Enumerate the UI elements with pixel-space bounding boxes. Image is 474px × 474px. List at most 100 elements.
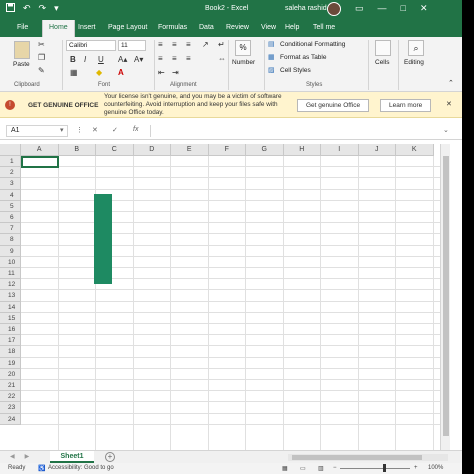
format-as-table-button[interactable]: Format as Table xyxy=(280,54,326,61)
enter-icon[interactable]: ✓ xyxy=(112,126,118,134)
format-painter-icon[interactable]: ✎ xyxy=(38,66,45,75)
row-header[interactable]: 16 xyxy=(0,324,21,336)
redo-icon[interactable]: ↷ xyxy=(39,3,47,14)
add-sheet-icon[interactable]: + xyxy=(105,452,115,462)
row-header[interactable]: 12 xyxy=(0,279,21,291)
horizontal-scrollbar[interactable] xyxy=(288,454,448,461)
decrease-font-icon[interactable]: A▾ xyxy=(134,55,143,64)
green-rectangle-shape[interactable] xyxy=(94,194,112,284)
row-header[interactable]: 14 xyxy=(0,301,21,313)
tab-page-layout[interactable]: Page Layout xyxy=(108,24,147,31)
tab-formulas[interactable]: Formulas xyxy=(158,24,187,31)
editing-button[interactable]: Editing xyxy=(404,59,424,66)
conditional-formatting-button[interactable]: Conditional Formatting xyxy=(280,41,345,48)
horizontal-scroll-thumb[interactable] xyxy=(292,455,422,460)
page-layout-view-icon[interactable]: ▭ xyxy=(300,465,306,472)
expand-formula-bar-icon[interactable]: ⌄ xyxy=(443,126,449,134)
font-size-select[interactable]: 11 xyxy=(118,40,146,51)
column-header[interactable]: E xyxy=(171,144,209,156)
align-center-icon[interactable]: ≡ xyxy=(172,54,177,63)
tab-file[interactable]: File xyxy=(17,24,28,31)
insert-function-icon[interactable]: fx xyxy=(133,126,138,133)
zoom-slider[interactable] xyxy=(340,468,410,469)
align-right-icon[interactable]: ≡ xyxy=(186,54,191,63)
increase-font-icon[interactable]: A▴ xyxy=(118,55,127,64)
wrap-text-icon[interactable]: ↵ xyxy=(218,40,225,49)
column-header[interactable]: J xyxy=(358,144,396,156)
merge-center-icon[interactable]: ⇔ xyxy=(218,54,226,63)
vertical-scrollbar[interactable] xyxy=(440,144,450,450)
name-box[interactable]: A1 xyxy=(6,125,68,137)
row-header[interactable]: 7 xyxy=(0,223,21,235)
row-header[interactable]: 11 xyxy=(0,268,21,280)
get-genuine-office-button[interactable]: Get genuine Office xyxy=(297,99,370,112)
tab-data[interactable]: Data xyxy=(199,24,214,31)
align-left-icon[interactable]: ≡ xyxy=(158,54,163,63)
borders-icon[interactable]: ▦ xyxy=(70,68,78,77)
selected-cell-a1[interactable] xyxy=(21,156,59,168)
zoom-out-button[interactable]: − xyxy=(333,465,337,471)
column-header[interactable]: G xyxy=(246,144,284,156)
cells-button[interactable]: Cells xyxy=(375,59,389,66)
row-header[interactable]: 6 xyxy=(0,212,21,224)
row-header[interactable]: 10 xyxy=(0,256,21,268)
font-name-select[interactable]: Calibri xyxy=(66,40,116,51)
column-header[interactable]: B xyxy=(58,144,96,156)
page-break-view-icon[interactable]: ▥ xyxy=(318,465,324,472)
avatar[interactable] xyxy=(327,2,341,16)
ribbon-display-icon[interactable]: ▭ xyxy=(355,3,364,14)
search-icon[interactable]: ⌕ xyxy=(408,40,424,56)
cell-styles-button[interactable]: Cell Styles xyxy=(280,67,311,74)
cells-icon[interactable] xyxy=(375,40,391,56)
row-header[interactable]: 23 xyxy=(0,402,21,414)
column-header[interactable]: F xyxy=(208,144,246,156)
row-header[interactable]: 21 xyxy=(0,380,21,392)
row-header[interactable]: 20 xyxy=(0,368,21,380)
tab-insert[interactable]: Insert xyxy=(78,24,96,31)
save-icon[interactable] xyxy=(6,3,15,14)
orientation-icon[interactable]: ↗ xyxy=(202,40,209,49)
row-header[interactable]: 5 xyxy=(0,200,21,212)
bold-button[interactable]: B xyxy=(70,55,76,64)
worksheet-grid[interactable]: ABCDEFGHIJK 1 2 3 4 5 6 7 8 9 10 11 12 13 14 15 16 17 18 1… xyxy=(0,144,440,450)
select-all-corner[interactable] xyxy=(0,144,21,156)
align-top-icon[interactable]: ≡ xyxy=(158,40,163,49)
close-banner-icon[interactable]: ✕ xyxy=(446,100,452,108)
row-header[interactable]: 24 xyxy=(0,413,21,425)
column-header[interactable]: C xyxy=(96,144,134,156)
row-header[interactable]: 8 xyxy=(0,234,21,246)
row-header[interactable]: 4 xyxy=(0,189,21,201)
copy-icon[interactable]: ❐ xyxy=(38,53,45,62)
zoom-level[interactable]: 100% xyxy=(428,465,443,471)
number-group-label[interactable]: Number xyxy=(232,59,255,66)
name-box-dropdown-icon[interactable]: ▾ xyxy=(60,126,64,134)
row-header[interactable]: 1 xyxy=(0,156,21,168)
row-header[interactable]: 9 xyxy=(0,245,21,257)
column-header[interactable]: I xyxy=(321,144,359,156)
align-bottom-icon[interactable]: ≡ xyxy=(186,40,191,49)
formula-input[interactable] xyxy=(150,125,450,137)
prev-sheet-icon[interactable]: ◀ xyxy=(10,453,15,460)
increase-indent-icon[interactable]: ⇥ xyxy=(172,68,179,77)
user-name[interactable]: saleha rashid xyxy=(285,5,327,12)
row-header[interactable]: 13 xyxy=(0,290,21,302)
column-header[interactable]: A xyxy=(21,144,59,156)
tell-me-search[interactable]: Tell me xyxy=(313,24,335,31)
column-header[interactable]: D xyxy=(133,144,171,156)
next-sheet-icon[interactable]: ▶ xyxy=(25,453,30,460)
row-header[interactable]: 17 xyxy=(0,335,21,347)
row-header[interactable]: 2 xyxy=(0,167,21,179)
underline-button[interactable]: U xyxy=(98,55,104,64)
decrease-indent-icon[interactable]: ⇤ xyxy=(158,68,165,77)
maximize-icon[interactable]: □ xyxy=(401,3,406,14)
row-header[interactable]: 18 xyxy=(0,346,21,358)
vertical-scroll-thumb[interactable] xyxy=(443,156,449,436)
font-color-button[interactable]: A xyxy=(118,68,124,77)
tab-home[interactable]: Home xyxy=(42,20,75,37)
paste-button[interactable]: Paste xyxy=(13,61,30,68)
fill-color-icon[interactable]: ◆ xyxy=(96,68,102,77)
row-header[interactable]: 3 xyxy=(0,178,21,190)
cancel-icon[interactable]: ✕ xyxy=(92,126,98,134)
tab-review[interactable]: Review xyxy=(226,24,249,31)
normal-view-icon[interactable]: ▦ xyxy=(282,465,288,472)
